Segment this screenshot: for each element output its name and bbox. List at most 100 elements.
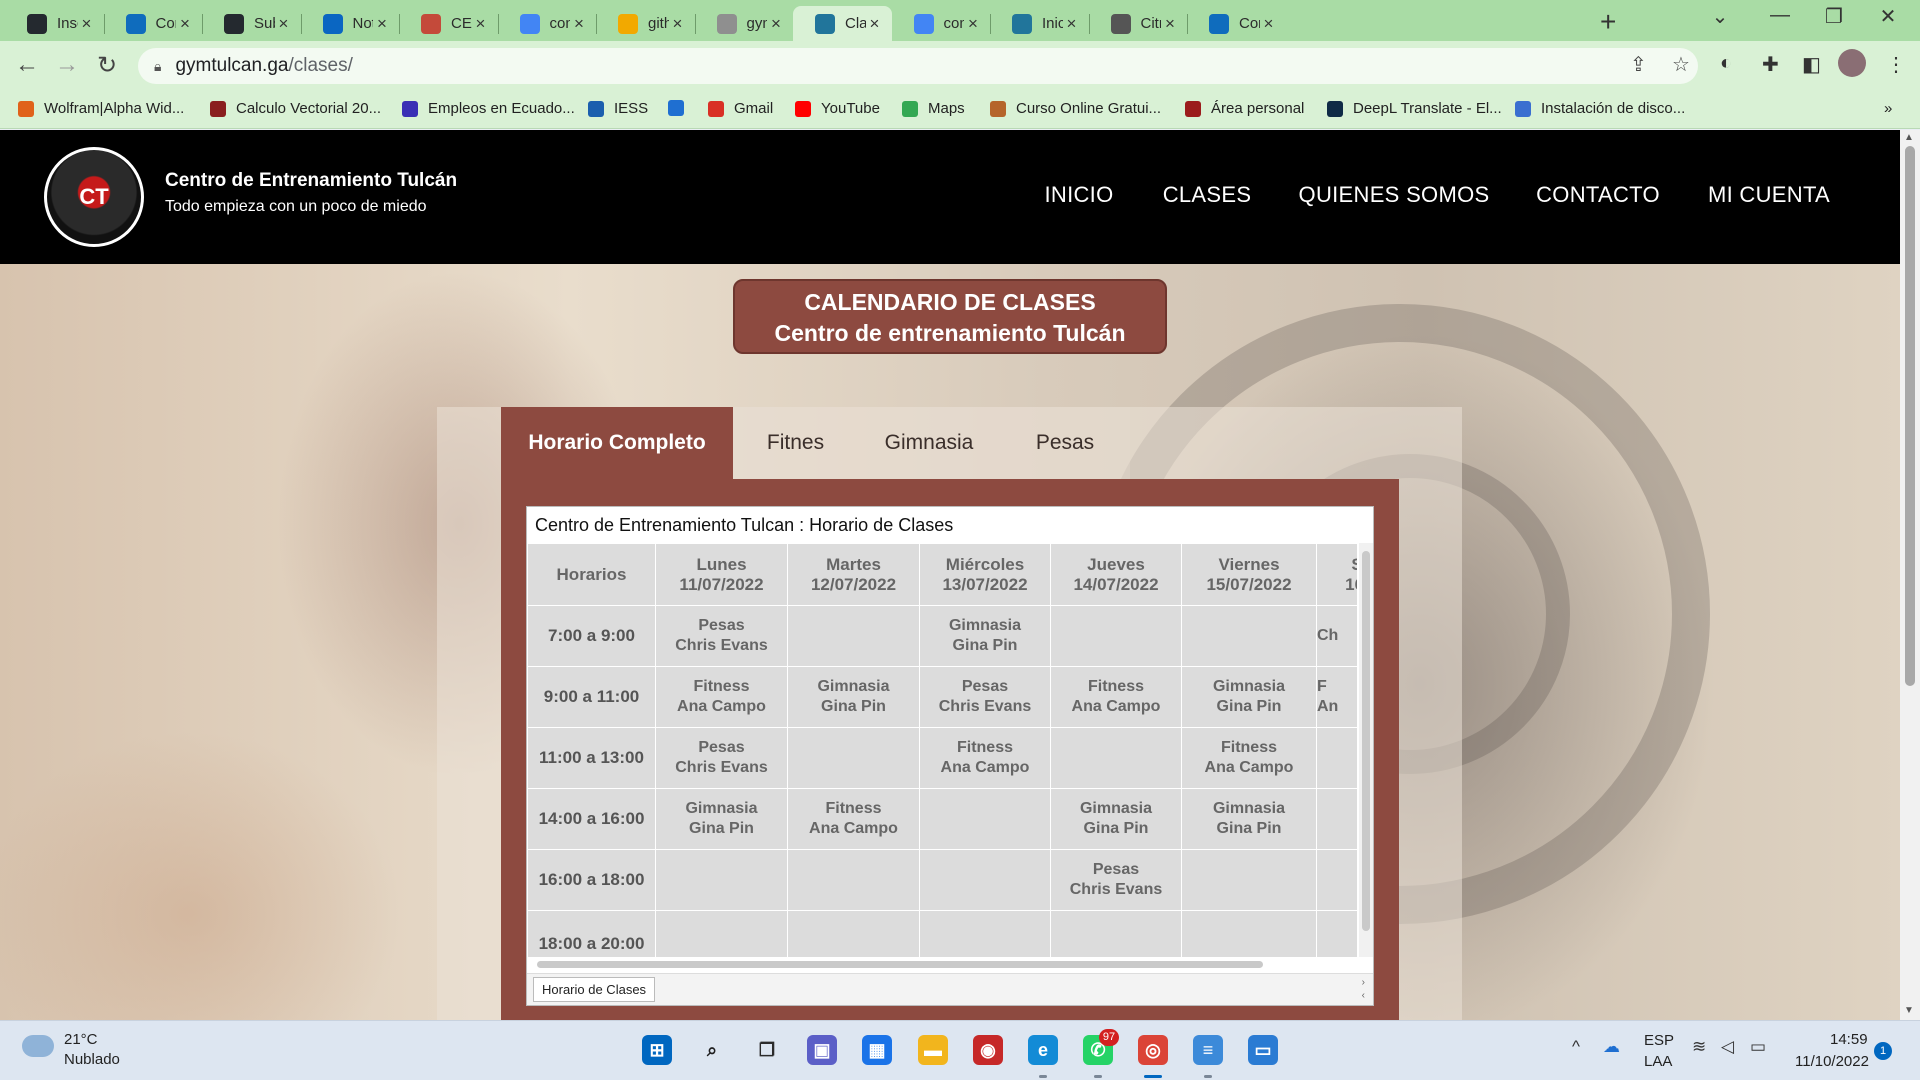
browser-tab[interactable]: gymtu×	[695, 6, 794, 41]
class-cell[interactable]	[787, 849, 920, 911]
class-cell[interactable]	[787, 605, 920, 667]
close-tab-icon[interactable]: ×	[275, 14, 293, 34]
class-cell[interactable]	[1181, 849, 1317, 911]
class-cell[interactable]: Gimnasia Gina Pin	[1050, 788, 1182, 850]
new-tab-icon[interactable]: +	[1600, 6, 1616, 38]
class-cell[interactable]	[919, 849, 1051, 911]
class-cell[interactable]: Gimnasia Gina Pin	[655, 788, 788, 850]
teams-chat-icon[interactable]: ▣	[807, 1035, 837, 1065]
menu-item-quienes-somos[interactable]: QUIENES SOMOS	[1279, 151, 1509, 239]
menu-item-mi-cuenta[interactable]: MI CUENTA	[1689, 151, 1849, 239]
more-bookmarks-icon[interactable]: »	[1884, 100, 1892, 117]
bookmark-item[interactable]: Empleos en Ecuado...	[402, 100, 575, 117]
class-cell[interactable]: Gimnasia Gina Pin	[787, 666, 920, 728]
close-window-icon[interactable]: ✕	[1868, 4, 1908, 29]
class-cell[interactable]: Fitness Ana Campo	[655, 666, 788, 728]
close-tab-icon[interactable]: ×	[176, 14, 194, 34]
share-icon[interactable]: ⇪	[1630, 52, 1647, 77]
class-cell[interactable]	[787, 727, 920, 789]
sheet-vertical-scrollbar[interactable]	[1359, 543, 1373, 957]
class-cell[interactable]	[1316, 727, 1357, 789]
bookmark-item[interactable]: Instalación de disco...	[1515, 100, 1685, 117]
browser-tab[interactable]: Correo×	[104, 6, 203, 41]
browser-tab[interactable]: Correo×	[1187, 6, 1286, 41]
onedrive-icon[interactable]: ☁	[1603, 1037, 1620, 1057]
clock-time[interactable]: 14:59	[1830, 1031, 1868, 1048]
class-cell[interactable]	[787, 910, 920, 957]
maximize-icon[interactable]: ❐	[1814, 4, 1854, 29]
class-cell[interactable]	[1181, 910, 1317, 957]
time-slot[interactable]: 7:00 a 9:00	[527, 605, 656, 667]
time-slot[interactable]: 18:00 a 20:00	[527, 910, 656, 957]
time-slot[interactable]: 9:00 a 11:00	[527, 666, 656, 728]
wifi-icon[interactable]: ≋	[1692, 1037, 1706, 1057]
close-tab-icon[interactable]: ×	[373, 14, 391, 34]
class-cell[interactable]	[919, 910, 1051, 957]
browser-tab[interactable]: Clases×	[793, 6, 892, 41]
bookmark-item[interactable]	[668, 100, 694, 116]
close-tab-icon[interactable]: ×	[1161, 14, 1179, 34]
class-cell[interactable]: Gimnasia Gina Pin	[919, 605, 1051, 667]
class-cell[interactable]: Gimnasia Gina Pin	[1181, 788, 1317, 850]
class-cell[interactable]	[1316, 849, 1357, 911]
close-tab-icon[interactable]: ×	[964, 14, 982, 34]
class-cell[interactable]	[1316, 910, 1357, 957]
class-cell[interactable]	[1050, 605, 1182, 667]
tab-fitnes[interactable]: Fitnes	[733, 407, 858, 479]
bookmark-item[interactable]: Curso Online Gratui...	[990, 100, 1161, 117]
close-tab-icon[interactable]: ×	[1260, 14, 1278, 34]
close-tab-icon[interactable]: ×	[1063, 14, 1081, 34]
extension-icon[interactable]: ◐	[1720, 52, 1732, 75]
recorder-icon[interactable]: ◉	[973, 1035, 1003, 1065]
page-scrollbar[interactable]: ▲ ▼	[1900, 130, 1920, 1020]
close-tab-icon[interactable]: ×	[472, 14, 490, 34]
keyboard-layout-indicator[interactable]: LAA	[1644, 1053, 1672, 1070]
browser-tab[interactable]: como×	[892, 6, 991, 41]
back-icon[interactable]: ←	[12, 51, 42, 79]
browser-tab[interactable]: Subir×	[202, 6, 301, 41]
bookmark-item[interactable]: Maps	[902, 100, 965, 117]
bookmark-star-icon[interactable]: ☆	[1672, 52, 1690, 77]
edge-icon[interactable]: e	[1028, 1035, 1058, 1065]
battery-icon[interactable]: ▭	[1750, 1037, 1766, 1057]
menu-item-inicio[interactable]: INICIO	[1024, 151, 1134, 239]
chrome-icon[interactable]: ◎	[1138, 1035, 1168, 1065]
remote-desktop-icon[interactable]: ▭	[1248, 1035, 1278, 1065]
class-cell[interactable]	[655, 849, 788, 911]
browser-tab[interactable]: Citrix×	[1089, 6, 1188, 41]
site-title[interactable]: Centro de Entrenamiento Tulcán	[165, 170, 457, 192]
browser-tab[interactable]: Inscrip×	[5, 6, 104, 41]
class-cell[interactable]: Pesas Chris Evans	[655, 727, 788, 789]
tab-horario-completo[interactable]: Horario Completo	[501, 407, 733, 479]
weather-temperature[interactable]: 21°C	[64, 1031, 98, 1048]
sheet-tab-horario[interactable]: Horario de Clases	[533, 977, 656, 1002]
close-tab-icon[interactable]: ×	[767, 14, 785, 34]
side-panel-icon[interactable]: ◧	[1802, 52, 1821, 77]
close-tab-icon[interactable]: ×	[570, 14, 588, 34]
cloud-weather-icon[interactable]	[22, 1035, 54, 1057]
class-cell[interactable]	[1316, 788, 1357, 850]
close-tab-icon[interactable]: ×	[78, 14, 96, 34]
bookmark-item[interactable]: Área personal	[1185, 100, 1304, 117]
site-logo[interactable]: CT	[44, 147, 144, 247]
puzzle-extensions-icon[interactable]: ✚	[1762, 52, 1779, 77]
class-cell[interactable]: Pesas Chris Evans	[655, 605, 788, 667]
class-cell[interactable]: Ch	[1316, 605, 1357, 667]
browser-tab[interactable]: github×	[596, 6, 695, 41]
sheet-tab-arrows[interactable]: › ‹	[1362, 976, 1365, 1002]
tab-gimnasia[interactable]: Gimnasia	[858, 407, 1000, 479]
bookmark-item[interactable]: Wolfram|Alpha Wid...	[18, 100, 184, 117]
sheet-next-icon[interactable]: ›	[1362, 976, 1365, 989]
volume-icon[interactable]: ◁	[1721, 1037, 1734, 1057]
page-scroll-thumb[interactable]	[1905, 146, 1915, 686]
class-cell[interactable]	[1050, 727, 1182, 789]
profile-avatar[interactable]	[1838, 49, 1866, 77]
sheet-horizontal-scroll-thumb[interactable]	[537, 961, 1263, 968]
time-slot[interactable]: 11:00 a 13:00	[527, 727, 656, 789]
schedule-grid[interactable]: Horarios Lunes 11/07/2022 Martes 12/07/2022 M…	[527, 543, 1357, 957]
sheet-prev-icon[interactable]: ‹	[1362, 989, 1365, 1002]
browser-tab[interactable]: como×	[498, 6, 597, 41]
bookmark-item[interactable]: YouTube	[795, 100, 880, 117]
menu-item-contacto[interactable]: CONTACTO	[1515, 151, 1681, 239]
tab-search-icon[interactable]: ⌄	[1700, 4, 1740, 29]
